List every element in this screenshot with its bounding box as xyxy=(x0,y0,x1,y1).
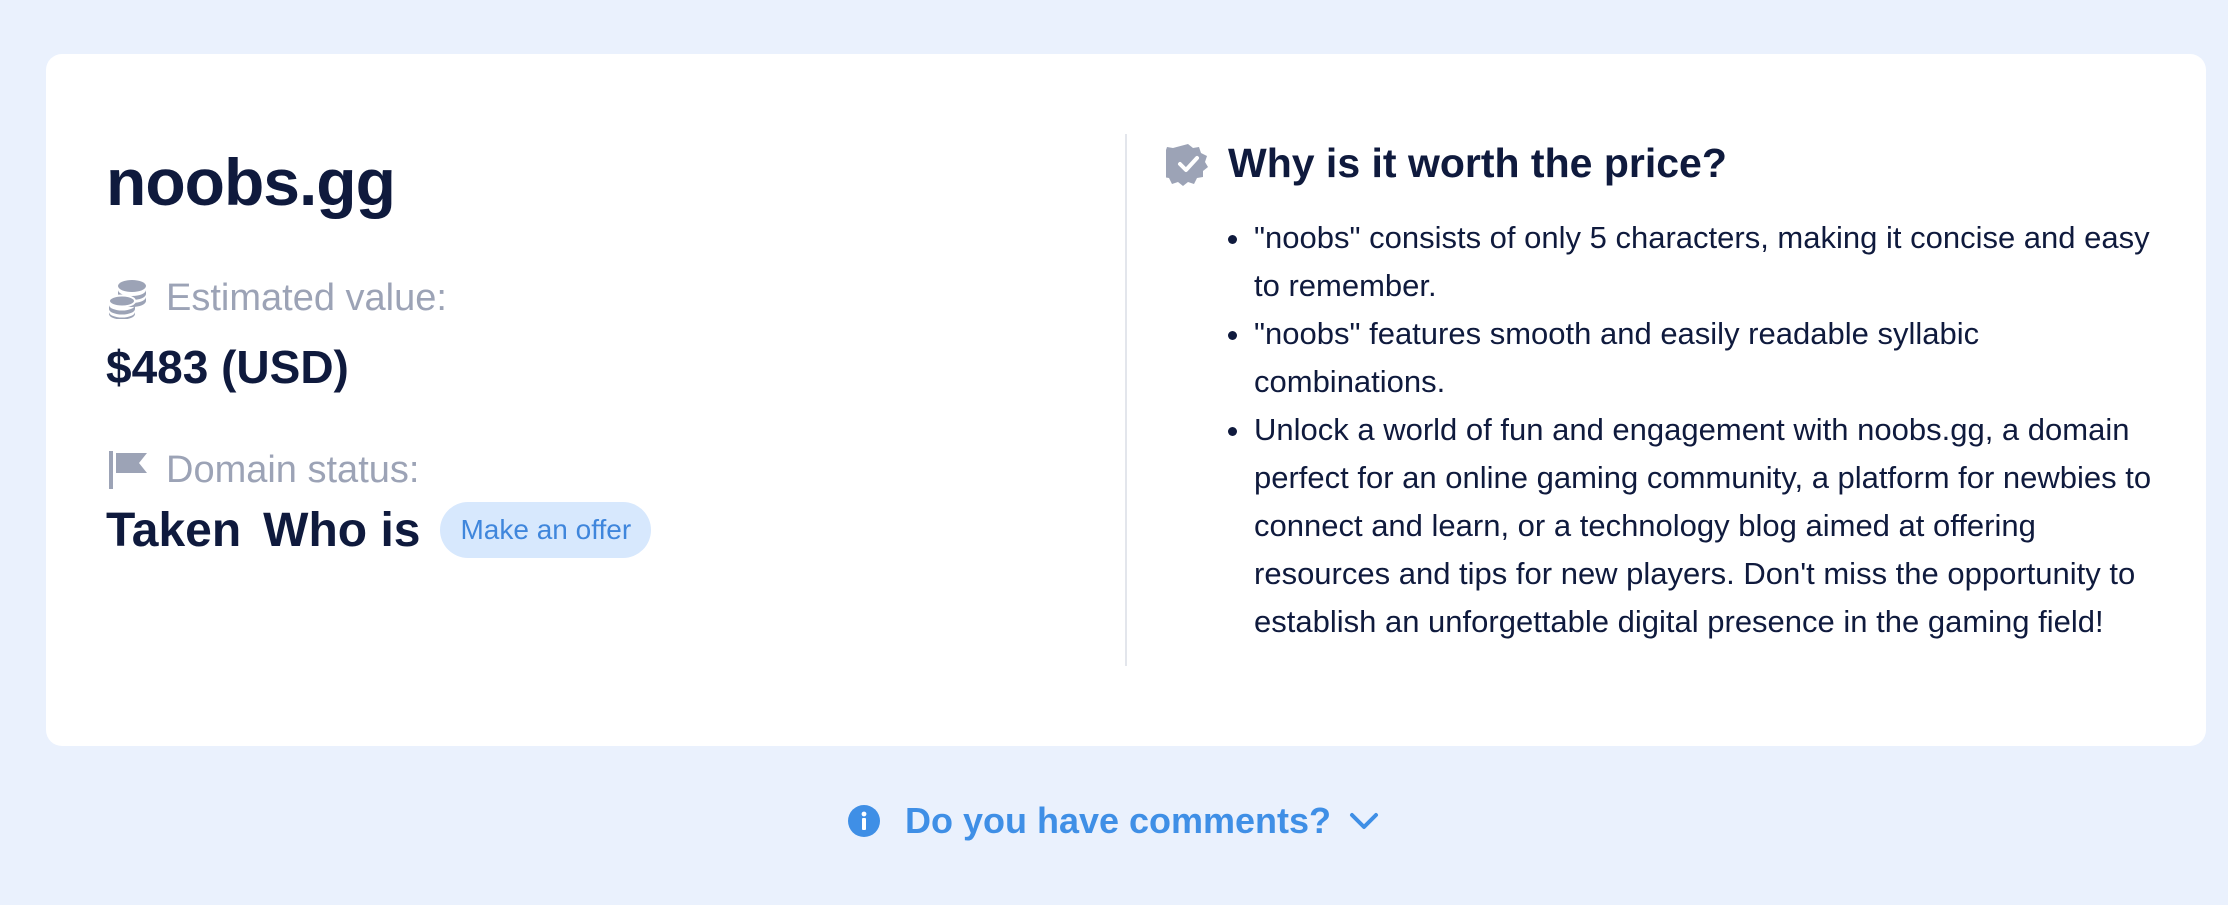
why-title: Why is it worth the price? xyxy=(1228,140,1727,186)
domain-title: noobs.gg xyxy=(106,145,396,219)
domain-status-row: Taken Who is Make an offer xyxy=(106,502,652,558)
estimated-value-label-text: Estimated value: xyxy=(166,276,447,319)
whois-link[interactable]: Who is xyxy=(263,503,420,558)
reasons-list: "noobs" consists of only 5 characters, m… xyxy=(1166,214,2176,646)
why-panel: Why is it worth the price? "noobs" consi… xyxy=(1158,54,2176,746)
coins-icon xyxy=(106,276,150,320)
comments-toggle[interactable]: Do you have comments? xyxy=(0,800,2228,842)
chevron-down-icon xyxy=(1347,804,1381,838)
flag-icon xyxy=(106,448,150,492)
comments-label: Do you have comments? xyxy=(904,800,1332,841)
domain-status-label: Domain status: xyxy=(106,448,419,492)
domain-status-value: Taken xyxy=(106,503,242,557)
list-item: "noobs" consists of only 5 characters, m… xyxy=(1166,214,2176,310)
domain-status-label-text: Domain status: xyxy=(166,448,420,491)
domain-info-panel: noobs.gg Estimated value: $483 (USD) Dom… xyxy=(106,54,1106,746)
divider xyxy=(1125,134,1127,666)
estimated-value: $483 (USD) xyxy=(106,341,349,393)
make-offer-button[interactable]: Make an offer xyxy=(440,502,652,558)
why-header: Why is it worth the price? xyxy=(1158,140,1727,187)
verified-badge-icon xyxy=(1158,142,1210,186)
estimated-value-label: Estimated value: xyxy=(106,276,447,320)
list-item: "noobs" features smooth and easily reada… xyxy=(1166,310,2176,406)
info-icon xyxy=(847,804,881,838)
domain-card: noobs.gg Estimated value: $483 (USD) Dom… xyxy=(46,54,2206,746)
list-item: Unlock a world of fun and engagement wit… xyxy=(1166,406,2176,646)
